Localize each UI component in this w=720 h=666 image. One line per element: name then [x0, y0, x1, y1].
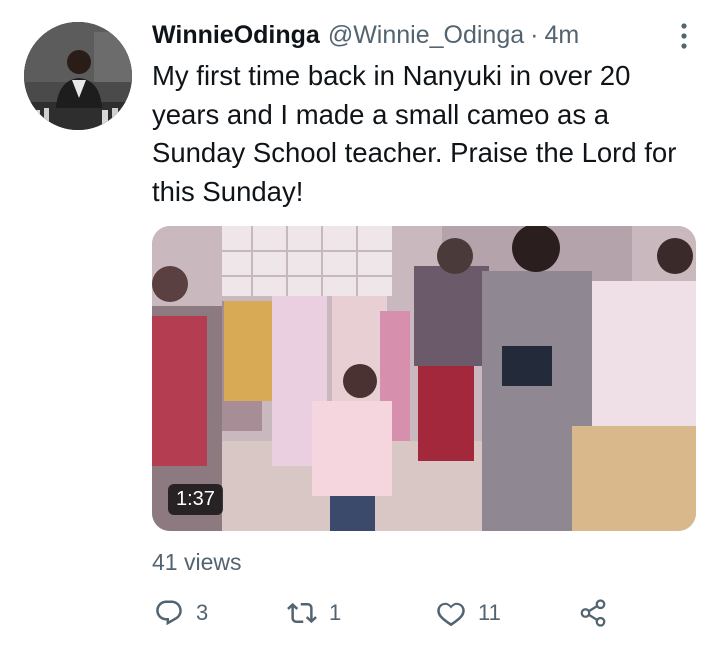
avatar[interactable]: [24, 22, 132, 130]
like-count: 11: [478, 600, 501, 625]
more-vertical-icon[interactable]: [678, 22, 690, 50]
heart-icon: [437, 602, 465, 627]
display-name[interactable]: WinnieOdinga: [152, 21, 320, 50]
timestamp[interactable]: 4m: [544, 21, 579, 50]
retweet-icon: [287, 602, 317, 624]
video-player[interactable]: 1:37: [152, 226, 696, 531]
tweet-actions: 3 1 11: [152, 598, 720, 638]
video-duration: 1:37: [168, 484, 223, 515]
user-handle[interactable]: @Winnie_Odinga: [328, 21, 524, 50]
reply-button[interactable]: 3: [154, 598, 208, 628]
share-icon: [580, 599, 606, 627]
reply-icon: [156, 600, 182, 626]
tweet-header: WinnieOdinga @Winnie_Odinga · 4m: [152, 18, 700, 52]
video-thumbnail: [152, 226, 696, 531]
like-button[interactable]: 11: [436, 598, 501, 628]
retweet-button[interactable]: 1: [287, 598, 341, 628]
avatar-image: [24, 22, 132, 130]
tweet-text: My first time back in Nanyuki in over 20…: [152, 60, 677, 207]
separator-dot: ·: [530, 20, 539, 49]
view-count[interactable]: 41 views: [152, 549, 241, 576]
retweet-count: 1: [329, 600, 342, 625]
share-button[interactable]: [578, 598, 608, 628]
reply-count: 3: [196, 600, 209, 625]
